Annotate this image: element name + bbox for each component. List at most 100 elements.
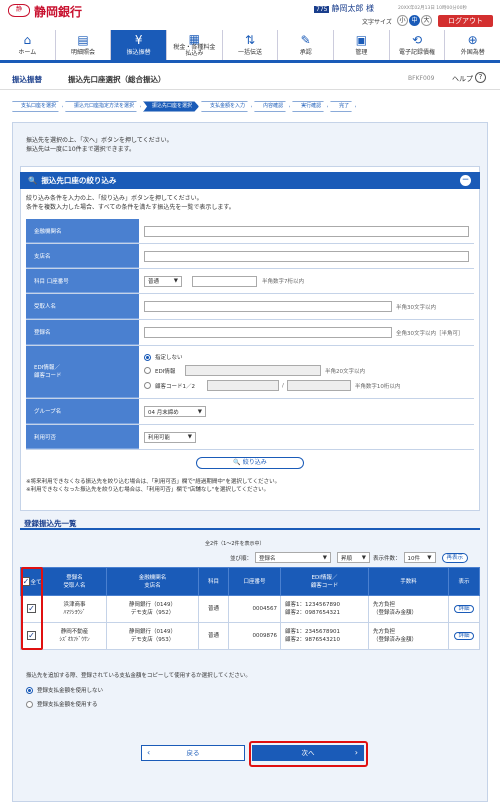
customer-code2-input[interactable] <box>286 380 351 391</box>
account-type: 普通 <box>198 622 229 650</box>
account-hint: 半角数字7桁以内 <box>262 279 304 285</box>
payment-option-2-radio[interactable] <box>26 701 33 708</box>
statement-icon: ▤ <box>77 33 89 47</box>
table-header-row: ✓全て 登録名 受取人名 金融機関名 支店名 科目 口座番号 EDI情報／ 顧客… <box>20 567 480 596</box>
payment-option-2[interactable]: 登録支払金額を使用する <box>26 700 98 708</box>
nav-label: 管理 <box>355 49 368 56</box>
collapse-icon[interactable]: − <box>460 175 471 186</box>
payee-kana: ﾊﾏﾂｼﾖｳｼﾞ <box>63 610 86 616</box>
nav-forex[interactable]: ⊕ 外国為替 <box>445 30 500 60</box>
filter-header[interactable]: 🔍 振込先口座の絞り込み <box>20 172 480 189</box>
next-highlight <box>249 741 368 767</box>
approval-icon: ✎ <box>300 33 311 47</box>
edi-info-radio[interactable] <box>144 367 151 374</box>
fee-payer: 先方負担 <box>373 629 396 635</box>
filter-form: 金融機関名 支店名 科目 口座番号 普通 ▼ 半角数字7桁以内 受取人名 半角30文字以… <box>26 219 474 450</box>
payee-kana: ｼｽﾞｵｶﾌﾄﾞｳｻﾝ <box>59 637 90 643</box>
font-small-button[interactable]: 小 <box>397 15 408 26</box>
intro-line: 振込先は一度に10件まで選択できます。 <box>26 146 136 153</box>
nav-statements[interactable]: ▤ 明細照会 <box>56 30 112 60</box>
e-claims-icon: ⟲ <box>412 33 423 47</box>
edi-none-label: 指定しない <box>155 355 183 361</box>
customer-code-radio[interactable] <box>144 382 151 389</box>
result-count: 全2件（1～2件を表示中） <box>205 541 265 547</box>
filter-note: ※利用できなくなった振込先を絞り込む場合は、「利用可否」欄で"店舗なし"を選択し… <box>26 487 270 493</box>
usable-label: 利用可否 <box>26 425 139 449</box>
nav-home[interactable]: ⌂ ホーム <box>0 30 56 60</box>
nav-e-claims[interactable]: ⟲ 電子記録債権 <box>390 30 446 60</box>
login-datetime: 20XX年02月13日 10時00分00秒 <box>398 6 467 11</box>
sort-select[interactable]: 登録名 ▼ <box>255 552 332 563</box>
account-number: 0004567 <box>228 595 281 623</box>
font-medium-button[interactable]: 中 <box>409 15 420 26</box>
nav-payments[interactable]: ▦ 税金・各種料金 払込み <box>167 30 223 60</box>
edi-info-hint: 半角20文字以内 <box>325 368 365 375</box>
edi-label: EDI情報／ 顧客コード <box>26 346 139 398</box>
font-large-button[interactable]: 大 <box>421 15 432 26</box>
nav-approval[interactable]: ✎ 承認 <box>278 30 335 60</box>
bank-input[interactable] <box>144 225 469 237</box>
group-label: グループ名 <box>26 399 139 424</box>
payment-option-2-label: 登録支払金額を使用する <box>37 702 98 708</box>
fee-amount: （登録済み金額） <box>373 637 418 643</box>
customer-code-1: 顧客1：1234567890 <box>285 602 340 608</box>
bank-header: 金融機関名 支店名 <box>106 567 199 596</box>
table-row: ✓ 浜津商事 ﾊﾏﾂｼﾖｳｼﾞ 静岡銀行（0149） デモ支店（952） 普通 00… <box>20 595 480 623</box>
edi-info-input[interactable] <box>185 365 321 376</box>
nav-transfer[interactable]: ¥ 振込振替 <box>111 30 168 60</box>
search-icon: 🔍 <box>28 176 38 185</box>
nav-admin[interactable]: ▣ 管理 <box>334 30 390 60</box>
back-button[interactable]: ‹ 戻る <box>141 745 245 761</box>
help-link[interactable]: ヘルプ <box>452 74 473 84</box>
back-label: 戻る <box>186 749 200 757</box>
bank-name: 静岡銀行（0149） <box>129 602 176 608</box>
payee-name: 浜津商事 <box>63 602 86 608</box>
intro-line: 振込先を選択の上、「次へ」ボタンを押してください。 <box>26 137 173 144</box>
logout-button[interactable]: ログアウト <box>438 15 493 27</box>
admin-icon: ▣ <box>355 33 368 47</box>
account-number-input[interactable] <box>192 275 257 287</box>
order-select[interactable]: 昇順 ▼ <box>337 552 371 563</box>
filter-search-button[interactable]: 🔍 絞り込み <box>196 457 304 469</box>
customer-code-1: 顧客1：2345678901 <box>285 629 340 635</box>
payment-copy-description: 振込先を追加する際、登録されている支払金額をコピーして使用するか選択してください… <box>26 673 251 679</box>
dropdown-icon: ▼ <box>427 554 432 561</box>
step-3: 振込先口座を選択 <box>143 101 199 112</box>
edi-none-radio[interactable] <box>144 353 151 361</box>
branch-label: 支店名 <box>26 244 139 268</box>
sort-value: 登録名 <box>259 555 276 562</box>
dropdown-icon: ▼ <box>322 554 328 561</box>
redisplay-button[interactable]: 再表示 <box>441 552 469 563</box>
per-page-select[interactable]: 10件 ▼ <box>403 552 436 563</box>
account-header: 口座番号 <box>228 567 281 596</box>
detail-button[interactable]: 詳細 <box>454 632 474 640</box>
yen-icon: ¥ <box>134 33 143 47</box>
group-select[interactable]: 04 月末締め ▼ <box>144 406 206 417</box>
home-icon: ⌂ <box>23 33 32 47</box>
registered-input[interactable] <box>144 327 392 338</box>
fee-header: 手数料 <box>368 567 449 596</box>
payment-option-1-label: 登録支払金額を使用しない <box>37 688 104 694</box>
branch-input[interactable] <box>144 250 469 262</box>
detail-button[interactable]: 詳細 <box>454 605 474 613</box>
registered-hint: 全角30文字以内［半角可］ <box>396 330 464 337</box>
nav-bulk[interactable]: ⇅ 一括伝送 <box>223 30 279 60</box>
nav-label: 明細照会 <box>71 49 96 56</box>
filter-note: ※将来利用できなくなる振込先を絞り込む場合は、「利用可否」欄で"経過期間中"を選… <box>26 479 281 485</box>
sort-label: 並び順： <box>230 555 253 562</box>
usable-select[interactable]: 利用可能 ▼ <box>144 431 196 443</box>
bank-name: 静岡銀行 <box>34 5 83 19</box>
payment-option-1[interactable]: 登録支払金額を使用しない <box>26 686 103 694</box>
payment-option-1-radio[interactable] <box>26 687 33 694</box>
payee-name: 静岡不動産 <box>60 629 89 635</box>
globe-icon: ⊕ <box>467 33 478 47</box>
step-indicator: 支払口座を選択 振込元口座指定方法を選択 振込先口座を選択 支払金額を入力 内容… <box>12 101 358 112</box>
recipient-input[interactable] <box>144 301 392 312</box>
help-icon[interactable]: ? <box>475 72 486 83</box>
account-type-select[interactable]: 普通 ▼ <box>144 275 182 287</box>
customer-code-label: 顧客コード1／2 <box>155 383 195 390</box>
filter-desc-line: 絞り込み条件を入力の上、「絞り込み」ボタンを押してください。 <box>26 195 203 202</box>
nav-label: 一括伝送 <box>238 49 263 56</box>
customer-code1-input[interactable] <box>207 380 279 391</box>
edi-info-label: EDI情報 <box>155 368 176 375</box>
